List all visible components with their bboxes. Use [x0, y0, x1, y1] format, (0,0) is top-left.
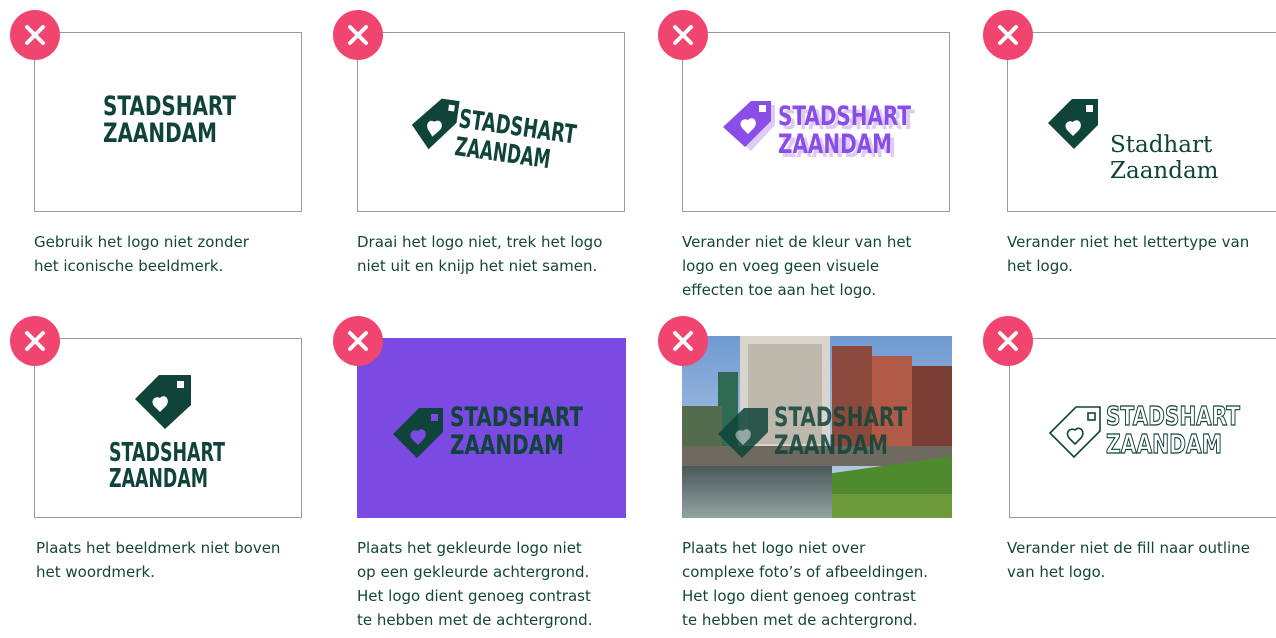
rotated-logo: STADSHART ZAANDAM: [411, 98, 578, 175]
svg-text:ZAANDAM: ZAANDAM: [1106, 430, 1222, 460]
recolored-logo: STADSHART ZAANDAM STADSHART ZAANDAM: [723, 101, 915, 164]
tag-heart-icon: [1048, 406, 1101, 459]
close-x-icon: [10, 316, 60, 366]
svg-text:ZAANDAM: ZAANDAM: [450, 430, 564, 461]
close-x-icon: [10, 10, 60, 60]
svg-text:STADSHART: STADSHART: [778, 101, 911, 132]
svg-text:ZAANDAM: ZAANDAM: [778, 129, 892, 160]
tag-heart-icon: [411, 98, 460, 150]
logo-frame: STADSHART ZAANDAM: [1009, 338, 1276, 518]
photo-frame: STADSHART ZAANDAM: [682, 336, 952, 518]
card-caption: Plaats het logo niet over complexe foto’s…: [682, 539, 929, 629]
svg-text:STADSHART: STADSHART: [774, 402, 907, 433]
logo-on-purple: STADSHART ZAANDAM: [393, 402, 583, 461]
svg-text:STADSHART: STADSHART: [450, 402, 583, 433]
tag-heart-icon: [1048, 99, 1098, 149]
card-caption: Verander niet de fill naar outline van he…: [1007, 539, 1250, 581]
wordmark-logo: STADSHART ZAANDAM: [103, 91, 236, 149]
card-caption: Plaats het beeldmerk niet boven het woord…: [36, 539, 281, 581]
tag-heart-icon: [393, 408, 443, 458]
svg-text:Zaandam: Zaandam: [1110, 158, 1219, 184]
card-caption: Gebruik het logo niet zonder het iconisch…: [34, 233, 249, 275]
street-photo: STADSHART ZAANDAM: [682, 336, 952, 518]
logo-frame: STADSHART ZAANDAM STADSHART ZAANDAM: [682, 32, 950, 212]
svg-text:STADSHART: STADSHART: [1106, 402, 1240, 432]
close-x-icon: [983, 10, 1033, 60]
stacked-logo: STADSHART ZAANDAM: [109, 375, 225, 494]
close-x-icon: [658, 10, 708, 60]
close-x-icon: [333, 316, 383, 366]
card-caption: Draai het logo niet, trek het logo niet u…: [357, 233, 603, 275]
card-caption: Verander niet de kleur van het logo en vo…: [682, 233, 912, 299]
close-x-icon: [658, 316, 708, 366]
svg-text:ZAANDAM: ZAANDAM: [103, 118, 217, 149]
logo-frame: STADSHART ZAANDAM: [34, 338, 302, 518]
serif-logo: Stadhart Zaandam: [1048, 99, 1219, 184]
svg-text:Stadhart: Stadhart: [1110, 132, 1213, 158]
card-caption: Verander niet het lettertype van het logo…: [1007, 233, 1250, 275]
logo-frame: Stadhart Zaandam: [1007, 32, 1276, 212]
close-x-icon: [983, 316, 1033, 366]
close-x-icon: [333, 10, 383, 60]
svg-text:ZAANDAM: ZAANDAM: [774, 430, 888, 461]
card-caption: Plaats het gekleurde logo niet op een gek…: [357, 539, 593, 629]
logo-frame: STADSHART ZAANDAM: [34, 32, 302, 212]
outline-logo: STADSHART ZAANDAM: [1048, 401, 1241, 461]
logo-frame: STADSHART ZAANDAM: [357, 338, 626, 518]
tag-heart-icon: [135, 375, 191, 429]
svg-text:ZAANDAM: ZAANDAM: [109, 464, 208, 494]
logo-frame: STADSHART ZAANDAM: [357, 32, 625, 212]
tag-heart-icon: [723, 101, 771, 147]
